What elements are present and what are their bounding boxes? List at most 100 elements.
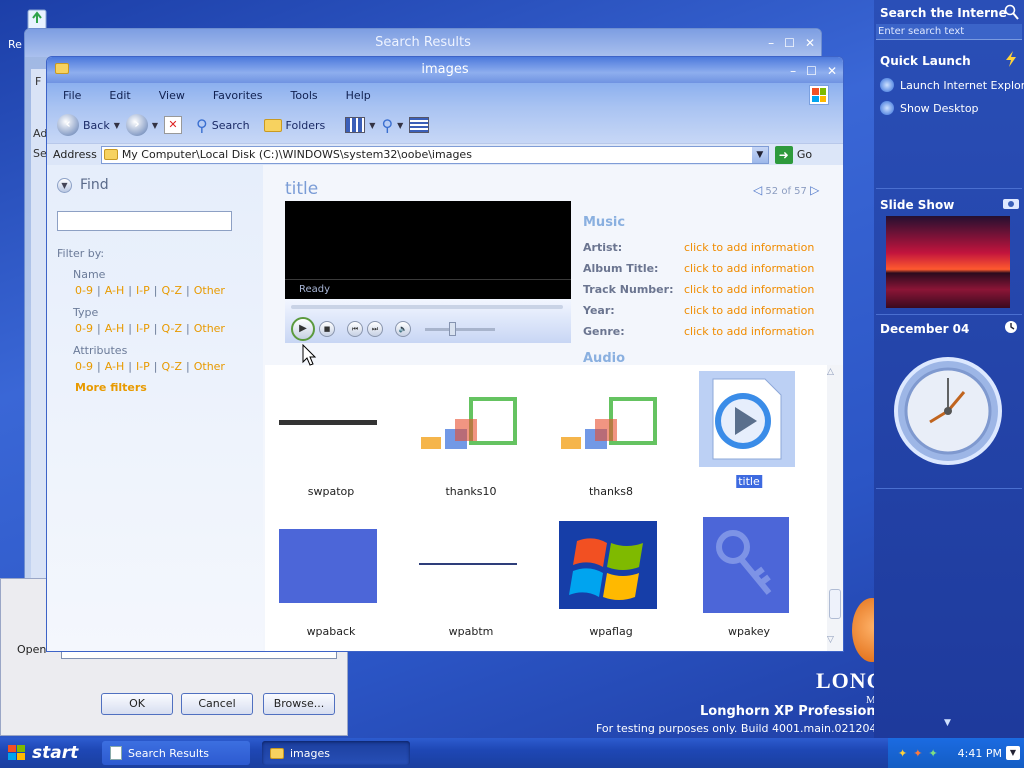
menu-favorites[interactable]: Favorites <box>213 89 263 102</box>
menu-tools[interactable]: Tools <box>291 89 318 102</box>
previous-track-icon[interactable]: ⏮ <box>347 321 363 337</box>
maximize-icon[interactable]: ☐ <box>806 58 817 84</box>
forward-button[interactable]: › ▼ <box>125 114 158 136</box>
show-desktop-item[interactable]: Show Desktop <box>880 101 979 115</box>
find-header[interactable]: ▼ Find <box>57 177 109 193</box>
go-arrow-icon: ➜ <box>774 145 793 164</box>
file-tile[interactable]: wpakey <box>689 517 809 638</box>
tray-volume-icon[interactable]: ✦ <box>928 747 937 760</box>
slideshow-image[interactable] <box>886 216 1010 308</box>
more-filters-link[interactable]: More filters <box>75 381 147 394</box>
menu-help[interactable]: Help <box>346 89 371 102</box>
file-label: thanks8 <box>588 485 634 498</box>
minimize-icon[interactable]: – <box>790 58 796 84</box>
next-track-icon[interactable]: ⏭ <box>367 321 383 337</box>
minimize-icon[interactable]: – <box>768 29 774 57</box>
maximize-icon[interactable]: ☐ <box>784 29 795 57</box>
quick-launch-title: Quick Launch <box>880 54 971 68</box>
cancel-button[interactable]: Cancel <box>181 693 253 715</box>
filter-link[interactable]: Other <box>194 322 225 335</box>
filter-section-attributes: Attributes <box>73 344 128 357</box>
filter-link[interactable]: Other <box>194 360 225 373</box>
file-tile[interactable]: swpatop <box>271 377 391 498</box>
file-tile[interactable]: thanks10 <box>411 377 531 498</box>
images-window[interactable]: images – ☐ ✕ File Edit View Favorites Tool… <box>46 56 844 652</box>
collapse-icon[interactable]: ▼ <box>57 177 72 193</box>
address-input[interactable]: My Computer\Local Disk (C:)\WINDOWS\syst… <box>100 145 769 164</box>
filter-link[interactable]: I-P <box>136 322 150 335</box>
menu-file[interactable]: File <box>63 89 81 102</box>
prev-icon[interactable]: ◁ <box>753 183 762 197</box>
chevron-down-icon[interactable]: ▼ <box>1006 746 1020 760</box>
seek-bar[interactable] <box>291 305 563 309</box>
volume-knob[interactable] <box>449 322 456 336</box>
filter-link[interactable]: Q-Z <box>162 360 182 373</box>
scroll-up-icon[interactable]: △ <box>827 367 834 377</box>
task-search-results[interactable]: Search Results <box>102 741 250 765</box>
browse-button[interactable]: Browse... <box>263 693 335 715</box>
zoom-button[interactable]: ⚲ ▼ <box>381 116 403 135</box>
file-tile[interactable]: wpabtm <box>411 517 531 638</box>
file-tile[interactable]: thanks8 <box>551 377 671 498</box>
views-button[interactable]: ▼ <box>345 117 375 133</box>
file-tile[interactable]: wpaback <box>271 517 391 638</box>
field-value-link[interactable]: click to add information <box>684 262 814 275</box>
ok-button[interactable]: OK <box>101 693 173 715</box>
chevron-down-icon[interactable]: ▼ <box>152 121 158 130</box>
stop-icon[interactable]: ■ <box>319 321 335 337</box>
find-input[interactable] <box>57 211 232 231</box>
task-images[interactable]: images <box>262 741 410 765</box>
search-results-titlebar[interactable]: Search Results – ☐ ✕ <box>25 29 821 57</box>
internet-search-input[interactable]: Enter search text <box>876 24 1022 40</box>
filter-link[interactable]: A-H <box>105 322 125 335</box>
file-tile-selected[interactable]: title <box>689 371 809 491</box>
delete-button[interactable]: ✕ <box>164 116 183 134</box>
scroll-thumb[interactable] <box>829 589 841 619</box>
filter-link[interactable]: Q-Z <box>162 284 182 297</box>
close-icon[interactable]: ✕ <box>827 58 837 84</box>
filter-link[interactable]: A-H <box>105 360 125 373</box>
camera-icon[interactable] <box>1002 196 1020 210</box>
details-button[interactable] <box>409 117 430 133</box>
field-value-link[interactable]: click to add information <box>684 241 814 254</box>
field-label: Album Title: <box>583 262 659 275</box>
field-value-link[interactable]: click to add information <box>684 325 814 338</box>
filter-link[interactable]: I-P <box>136 360 150 373</box>
filter-link[interactable]: 0-9 <box>75 322 93 335</box>
field-value-link[interactable]: click to add information <box>684 304 814 317</box>
tray-security-icon[interactable]: ✦ <box>913 747 922 760</box>
pager-text: 52 of 57 <box>765 186 807 197</box>
filter-link[interactable]: A-H <box>105 284 125 297</box>
play-icon[interactable]: ▶ <box>291 317 315 341</box>
menu-view[interactable]: View <box>159 89 185 102</box>
next-icon[interactable]: ▷ <box>810 183 819 197</box>
menu-edit[interactable]: Edit <box>109 89 130 102</box>
filter-link[interactable]: 0-9 <box>75 284 93 297</box>
volume-slider[interactable] <box>425 328 495 331</box>
close-icon[interactable]: ✕ <box>805 29 815 57</box>
filter-link[interactable]: 0-9 <box>75 360 93 373</box>
chevron-down-icon[interactable]: ▼ <box>944 718 951 728</box>
filter-by-label: Filter by: <box>57 247 105 260</box>
filter-link[interactable]: Other <box>194 284 225 297</box>
tray-clock: 4:41 PM <box>957 746 1002 760</box>
player-controls: ▶ ■ ⏮ ⏭ 🔈 <box>285 299 571 343</box>
start-button[interactable]: start <box>0 738 86 768</box>
tray-network-icon[interactable]: ✦ <box>898 747 907 760</box>
back-button[interactable]: ‹ Back ▼ <box>57 114 120 136</box>
volume-icon[interactable]: 🔈 <box>395 321 411 337</box>
folders-button[interactable]: Folders <box>263 118 326 132</box>
filter-link[interactable]: I-P <box>136 284 150 297</box>
search-icon[interactable] <box>1004 4 1020 22</box>
go-button[interactable]: ➜ Go <box>774 145 812 164</box>
chevron-down-icon[interactable]: ▼ <box>751 146 768 163</box>
field-value-link[interactable]: click to add information <box>684 283 814 296</box>
folders-label: Folders <box>285 118 326 132</box>
file-tile[interactable]: wpaflag <box>551 517 671 638</box>
chevron-down-icon[interactable]: ▼ <box>114 121 120 130</box>
launch-ie-item[interactable]: Launch Internet Explore <box>880 78 1024 92</box>
images-titlebar[interactable]: images – ☐ ✕ <box>47 57 843 83</box>
search-button[interactable]: ⚲ Search <box>196 116 250 135</box>
scroll-down-icon[interactable]: ▽ <box>827 635 834 645</box>
filter-link[interactable]: Q-Z <box>162 322 182 335</box>
